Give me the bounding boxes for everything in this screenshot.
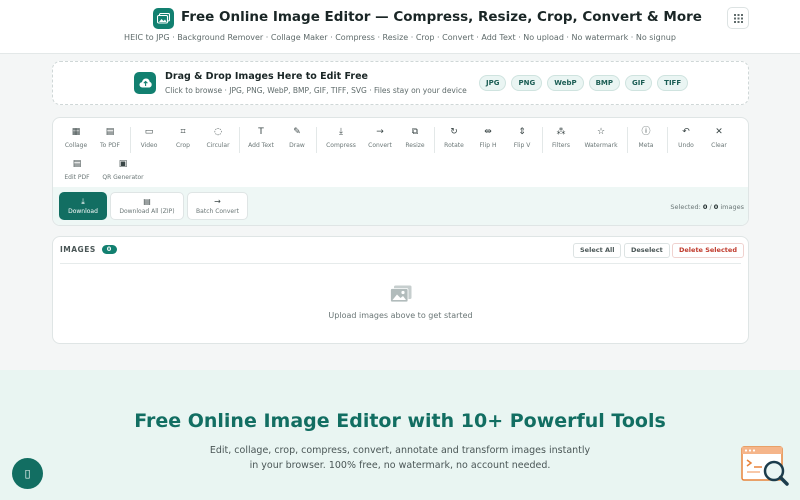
tool-video[interactable]: ▭ Video: [132, 127, 166, 149]
format-badge: BMP: [588, 75, 621, 91]
tool-crop[interactable]: ⌗ Crop: [166, 127, 200, 149]
batch-convert-button[interactable]: → Batch Convert: [187, 192, 248, 220]
images-count-badge: 0: [101, 245, 117, 254]
menu-button[interactable]: [727, 7, 749, 29]
dropzone-subtitle: Click to browse · JPG, PNG, WebP, BMP, G…: [165, 86, 467, 95]
circle-icon: ◌: [214, 127, 222, 137]
tool-compress[interactable]: ⤓ Compress: [324, 127, 358, 149]
tool-clear[interactable]: ✕ Clear: [702, 127, 736, 149]
arrow-right-icon: →: [376, 127, 384, 137]
divider: [627, 127, 628, 153]
divider: [434, 127, 435, 153]
images-heading: IMAGES 0: [60, 245, 117, 254]
flip-horizontal-icon: ⇹: [484, 127, 492, 137]
select-all-button[interactable]: Select All: [573, 243, 622, 258]
flip-vertical-icon: ⇕: [518, 127, 526, 137]
document-icon: ▤: [105, 127, 115, 137]
collage-icon: ▦: [71, 127, 81, 137]
text-icon: T: [258, 127, 264, 137]
divider: [60, 263, 741, 264]
format-badge: GIF: [625, 75, 653, 91]
rotate-icon: ↻: [450, 127, 458, 137]
format-badges: JPG PNG WebP BMP GIF TIFF: [479, 75, 689, 91]
arrow-right-icon: →: [214, 197, 221, 206]
tool-flip-h[interactable]: ⇹ Flip H: [471, 127, 505, 149]
crop-icon: ⌗: [180, 127, 186, 137]
compress-icon: ⤓: [339, 127, 343, 137]
download-all-zip-button[interactable]: ▤ Download All (ZIP): [110, 192, 184, 220]
download-icon: ⤓: [81, 197, 85, 206]
divider: [542, 127, 543, 153]
image-placeholder-icon: [390, 285, 412, 303]
qr-icon: ▣: [118, 159, 128, 169]
tool-meta[interactable]: ⓘ Meta: [629, 127, 663, 149]
hero-section: Free Online Image Editor with 10+ Powerf…: [0, 370, 800, 500]
tool-convert[interactable]: → Convert: [363, 127, 397, 149]
trash-icon: ✕: [715, 127, 723, 137]
format-badge: JPG: [479, 75, 507, 91]
search-document-icon[interactable]: [740, 445, 792, 490]
hero-description: Edit, collage, crop, compress, convert, …: [209, 445, 591, 471]
pdf-icon: ▤: [72, 159, 82, 169]
divider: [667, 127, 668, 153]
format-badge: TIFF: [657, 75, 689, 91]
tool-edit-pdf[interactable]: ▤ Edit PDF: [60, 159, 94, 181]
action-bar: ⤓ Download ▤ Download All (ZIP) → Batch Con…: [53, 187, 748, 225]
tool-circular[interactable]: ◌ Circular: [201, 127, 235, 149]
filters-icon: ⁂: [556, 127, 566, 137]
tool-filters[interactable]: ⁂ Filters: [544, 127, 578, 149]
format-badge: PNG: [511, 75, 543, 91]
editor-toolbar: ▦ Collage ▤ To PDF ▭ Video ⌗ Crop ◌ Circular …: [52, 117, 749, 226]
tool-qr-generator[interactable]: ▣ QR Generator: [98, 159, 148, 181]
chat-button[interactable]: ▯: [12, 458, 43, 489]
delete-selected-button[interactable]: Delete Selected: [672, 243, 744, 258]
resize-icon: ⧉: [411, 127, 419, 137]
tool-resize[interactable]: ⧉ Resize: [398, 127, 432, 149]
file-zip-icon: ▤: [143, 197, 151, 206]
divider: [130, 127, 131, 153]
tool-undo[interactable]: ↶ Undo: [669, 127, 703, 149]
deselect-button[interactable]: Deselect: [624, 243, 670, 258]
grid-icon: [733, 13, 743, 23]
dropzone-title: Drag & Drop Images Here to Edit Free: [165, 71, 368, 82]
video-icon: ▭: [144, 127, 154, 137]
site-header: Free Online Image Editor — Compress, Res…: [0, 0, 800, 54]
images-panel: IMAGES 0 Select All Deselect Delete Sele…: [52, 236, 749, 344]
tool-rotate[interactable]: ↻ Rotate: [437, 127, 471, 149]
star-icon: ☆: [596, 127, 606, 137]
feature-tagline: HEIC to JPG · Background Remover · Colla…: [124, 33, 676, 42]
empty-state-message: Upload images above to get started: [328, 311, 473, 320]
hero-title: Free Online Image Editor with 10+ Powerf…: [134, 410, 666, 432]
tool-flip-v[interactable]: ⇕ Flip V: [505, 127, 539, 149]
tool-draw[interactable]: ✎ Draw: [280, 127, 314, 149]
tool-collage[interactable]: ▦ Collage: [59, 127, 93, 149]
download-button[interactable]: ⤓ Download: [59, 192, 107, 220]
pencil-icon: ✎: [293, 127, 301, 137]
format-badge: WebP: [547, 75, 584, 91]
selected-count: Selected: 0 / 0 images: [670, 203, 744, 211]
info-icon: ⓘ: [641, 127, 651, 137]
image-stack-icon[interactable]: [153, 8, 174, 29]
cloud-upload-icon: [134, 72, 156, 94]
page-title: Free Online Image Editor — Compress, Res…: [181, 9, 702, 25]
chat-icon: ▯: [24, 467, 31, 480]
tool-watermark[interactable]: ☆ Watermark: [584, 127, 618, 149]
tool-to-pdf[interactable]: ▤ To PDF: [93, 127, 127, 149]
divider: [239, 127, 240, 153]
tool-add-text[interactable]: T Add Text: [244, 127, 278, 149]
upload-dropzone[interactable]: Drag & Drop Images Here to Edit Free Cli…: [52, 61, 749, 105]
divider: [316, 127, 317, 153]
undo-icon: ↶: [682, 127, 690, 137]
